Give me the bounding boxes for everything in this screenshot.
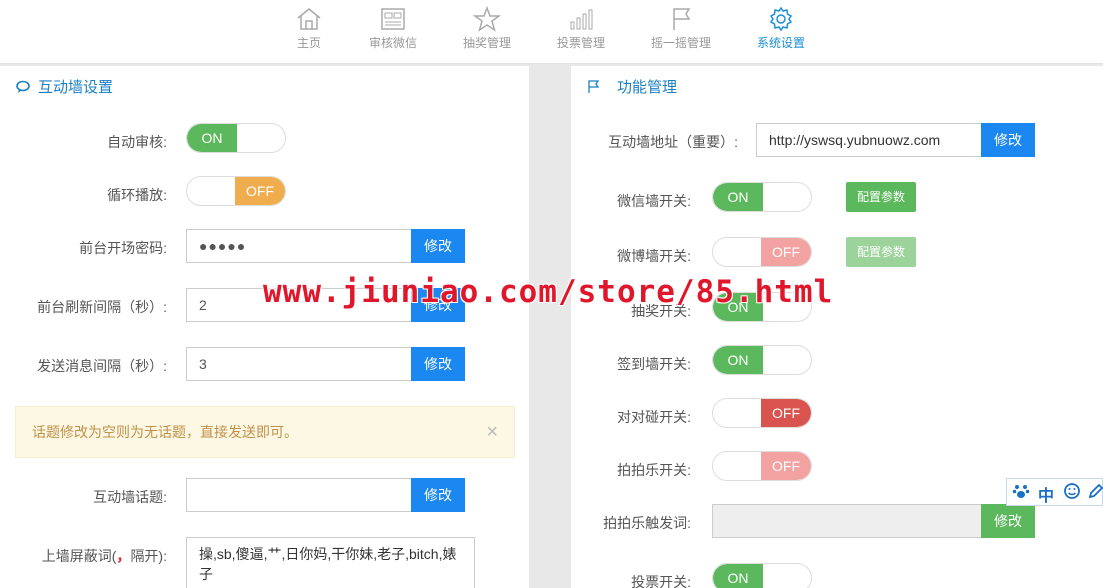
- clap-label: 拍拍乐开关:: [617, 462, 691, 478]
- wall-url-label: 互动墙地址（重要）:: [608, 134, 738, 150]
- nav-label: 抽奖管理: [462, 36, 511, 50]
- nav-label: 投票管理: [556, 36, 605, 50]
- ime-toolbar: 中: [1006, 478, 1103, 506]
- panel-title-text: 功能管理: [617, 79, 678, 96]
- block-words-label: 上墙屏蔽词(，隔开):: [42, 546, 167, 566]
- password-label: 前台开场密码:: [79, 240, 167, 256]
- signin-wall-toggle[interactable]: ON: [712, 345, 812, 375]
- send-interval-input[interactable]: 3: [186, 347, 411, 381]
- toggle-off: OFF: [235, 177, 285, 205]
- toggle-on: ON: [713, 183, 763, 211]
- nav-label: 摇一摇管理: [650, 36, 711, 50]
- star-icon: [473, 6, 501, 32]
- nav-item-vote[interactable]: 投票管理: [536, 6, 626, 51]
- bar-chart-icon: [570, 9, 593, 30]
- nav-label: 系统设置: [756, 36, 805, 50]
- nav-item-home[interactable]: 主页: [264, 6, 354, 51]
- topic-label: 互动墙话题:: [93, 489, 167, 505]
- gear-icon: [769, 6, 793, 32]
- feature-management-panel: 功能管理 互动墙地址（重要）: http://yswsq.yubnuowz.co…: [571, 66, 1103, 588]
- interaction-wall-settings-panel: 互动墙设置 自动审核: ON 循环播放: OFF 前台开场密码: ●●●●● 修…: [0, 66, 529, 588]
- nav-item-lottery[interactable]: 抽奖管理: [442, 6, 532, 51]
- signin-wall-label: 签到墙开关:: [617, 356, 691, 372]
- toggle-off: OFF: [761, 452, 811, 480]
- paw-icon[interactable]: [1012, 482, 1030, 505]
- ime-lang-toggle[interactable]: 中: [1038, 482, 1054, 506]
- loop-play-toggle[interactable]: OFF: [186, 176, 286, 206]
- label-part: 隔开):: [130, 548, 167, 564]
- review-icon: [381, 8, 405, 30]
- refresh-interval-input[interactable]: 2: [186, 288, 411, 322]
- password-modify-button[interactable]: 修改: [411, 229, 465, 263]
- panel-title: 互动墙设置: [16, 76, 113, 97]
- nav-label: 主页: [296, 36, 321, 50]
- panel-title-text: 互动墙设置: [38, 79, 114, 96]
- refresh-modify-button[interactable]: 修改: [411, 288, 465, 322]
- lottery-toggle[interactable]: ON: [712, 292, 812, 322]
- toggle-on: ON: [713, 346, 763, 374]
- auto-review-toggle[interactable]: ON: [186, 123, 286, 153]
- auto-review-label: 自动审核:: [107, 134, 167, 150]
- vote-toggle[interactable]: ON: [712, 563, 812, 588]
- alert-text: 话题修改为空则为无话题，直接发送即可。: [32, 424, 298, 440]
- send-interval-label: 发送消息间隔（秒）:: [37, 358, 167, 374]
- vote-label: 投票开关:: [631, 574, 691, 588]
- pen-icon[interactable]: [1087, 482, 1103, 505]
- toggle-off: OFF: [761, 399, 811, 427]
- toggle-on: ON: [187, 124, 237, 152]
- clap-word-label: 拍拍乐触发词:: [603, 515, 691, 531]
- weibo-wall-label: 微博墙开关:: [617, 248, 691, 264]
- toggle-on: ON: [713, 564, 763, 588]
- flag-icon: [588, 80, 600, 93]
- lottery-label: 抽奖开关:: [631, 303, 691, 319]
- label-part: 上墙屏蔽词(: [41, 548, 117, 564]
- toggle-off: OFF: [761, 238, 811, 266]
- pair-label: 对对碰开关:: [617, 409, 691, 425]
- nav-item-shake[interactable]: 摇一摇管理: [636, 6, 726, 51]
- nav-label: 审核微信: [368, 36, 417, 50]
- weibo-config-button[interactable]: 配置参数: [846, 237, 916, 267]
- clap-toggle[interactable]: OFF: [712, 451, 812, 481]
- flag-icon: [673, 8, 691, 30]
- topic-modify-button[interactable]: 修改: [411, 478, 465, 512]
- wechat-config-button[interactable]: 配置参数: [846, 182, 916, 212]
- panel-title: 功能管理: [587, 76, 677, 97]
- wechat-wall-label: 微信墙开关:: [617, 193, 691, 209]
- nav-item-settings[interactable]: 系统设置: [736, 6, 826, 51]
- clap-word-modify-button[interactable]: 修改: [981, 504, 1035, 538]
- smile-icon[interactable]: [1063, 482, 1081, 505]
- close-icon[interactable]: ×: [486, 407, 498, 457]
- clap-word-input[interactable]: [712, 504, 981, 538]
- send-interval-modify-button[interactable]: 修改: [411, 347, 465, 381]
- home-icon: [297, 8, 321, 30]
- wall-url-modify-button[interactable]: 修改: [981, 123, 1035, 157]
- refresh-interval-label: 前台刷新间隔（秒）:: [37, 299, 167, 315]
- nav-item-review[interactable]: 审核微信: [348, 6, 438, 51]
- topic-alert: 话题修改为空则为无话题，直接发送即可。 ×: [15, 406, 515, 458]
- wechat-wall-toggle[interactable]: ON: [712, 182, 812, 212]
- topic-input[interactable]: [186, 478, 411, 512]
- top-nav: 主页 审核微信 抽奖管理 投票管理 摇一摇管理 系统设置: [0, 0, 1103, 64]
- chat-icon: [16, 80, 30, 93]
- weibo-wall-toggle[interactable]: OFF: [712, 237, 812, 267]
- pair-toggle[interactable]: OFF: [712, 398, 812, 428]
- password-input[interactable]: ●●●●●: [186, 229, 411, 263]
- toggle-on: ON: [713, 293, 763, 321]
- block-words-textarea[interactable]: 操,sb,傻逼,艹,日你妈,干你妹,老子,bitch,婊子: [186, 537, 475, 588]
- label-separator: ，: [116, 548, 131, 564]
- wall-url-input[interactable]: http://yswsq.yubnuowz.com: [756, 123, 981, 157]
- loop-play-label: 循环播放:: [107, 187, 167, 203]
